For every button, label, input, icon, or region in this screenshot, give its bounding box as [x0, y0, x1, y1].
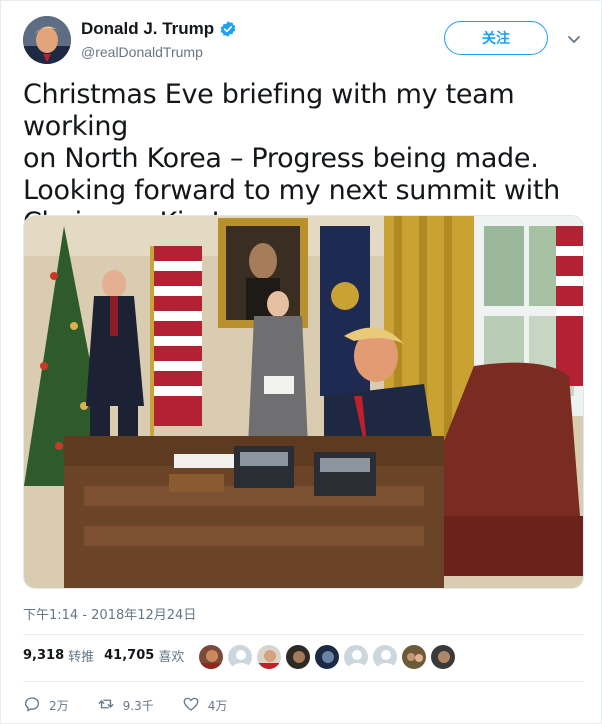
- liker-avatar[interactable]: [198, 644, 224, 670]
- like-count-label[interactable]: 喜欢: [158, 646, 184, 665]
- liker-avatars: [198, 644, 456, 670]
- retweet-count[interactable]: 9,318: [23, 648, 64, 663]
- liker-avatar[interactable]: [401, 644, 427, 670]
- like-button[interactable]: 4万: [182, 695, 228, 716]
- chevron-down-icon[interactable]: [566, 31, 582, 47]
- retweet-button[interactable]: 9.3千: [97, 695, 154, 716]
- author-name-row: Donald J. Trump: [81, 19, 237, 39]
- heart-icon: [182, 695, 200, 716]
- reply-count: 2万: [49, 699, 69, 713]
- tweet-text-line: on North Korea – Progress being made.: [23, 143, 539, 174]
- like-action-count: 4万: [207, 699, 228, 713]
- author-display-name[interactable]: Donald J. Trump: [81, 19, 214, 39]
- reply-icon: [23, 695, 41, 716]
- tweet-text-line: Looking forward to my next summit with: [23, 175, 560, 206]
- tweet-stats: 9,318 转推 41,705 喜欢: [23, 646, 194, 665]
- author-avatar[interactable]: [23, 16, 71, 64]
- liker-avatar[interactable]: [430, 644, 456, 670]
- retweet-count-label[interactable]: 转推: [68, 646, 94, 665]
- tweet-actions: 2万 9.3千 4万: [23, 695, 255, 716]
- author-handle[interactable]: @realDonaldTrump: [81, 44, 203, 60]
- tweet-text-line: Christmas Eve briefing with my team work…: [23, 79, 515, 142]
- divider: [23, 681, 584, 682]
- tweet-timestamp[interactable]: 下午1:14 - 2018年12月24日: [23, 604, 196, 623]
- like-count[interactable]: 41,705: [104, 648, 154, 663]
- liker-avatar[interactable]: [285, 644, 311, 670]
- verified-badge-icon: [219, 20, 237, 38]
- divider: [23, 634, 584, 635]
- retweet-icon: [97, 695, 115, 716]
- follow-button[interactable]: 关注: [444, 21, 548, 55]
- liker-avatar[interactable]: [343, 644, 369, 670]
- liker-avatar[interactable]: [314, 644, 340, 670]
- tweet-photo[interactable]: [23, 215, 584, 589]
- liker-avatar[interactable]: [227, 644, 253, 670]
- liker-avatar[interactable]: [372, 644, 398, 670]
- tweet-card: Donald J. Trump @realDonaldTrump 关注 Chri…: [0, 0, 602, 724]
- liker-avatar[interactable]: [256, 644, 282, 670]
- retweet-action-count: 9.3千: [122, 699, 154, 713]
- reply-button[interactable]: 2万: [23, 695, 69, 716]
